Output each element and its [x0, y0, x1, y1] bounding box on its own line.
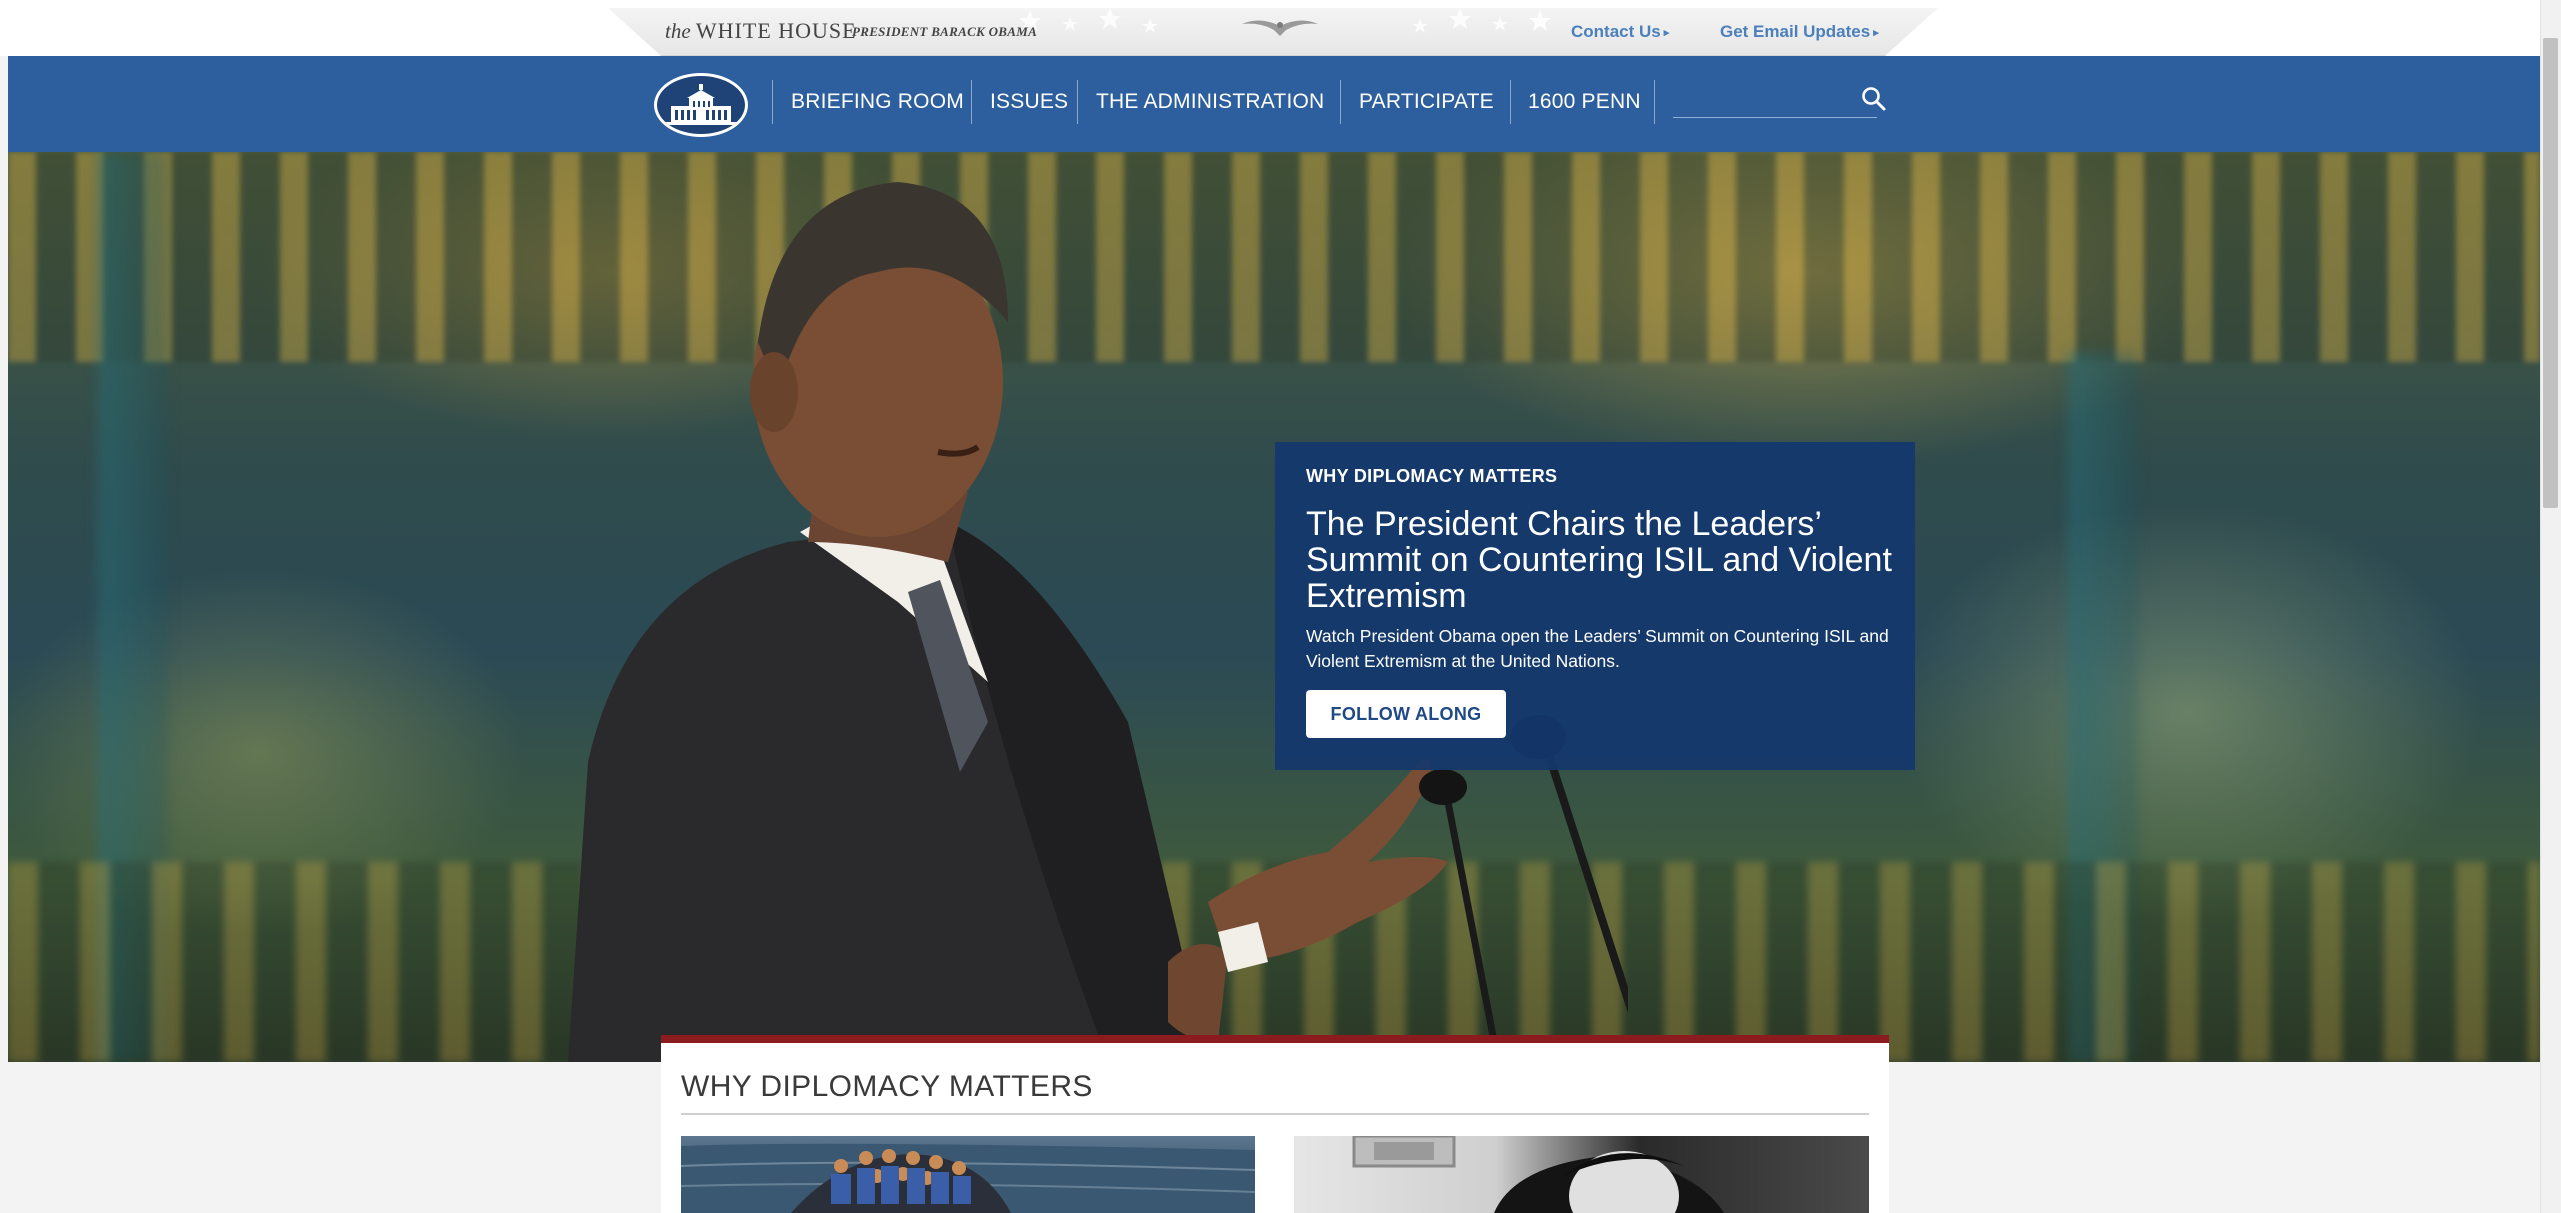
chevron-right-icon: ▸	[1873, 27, 1879, 39]
hero-title[interactable]: The President Chairs the Leaders’ Summit…	[1306, 506, 1896, 614]
nav-divider	[1077, 80, 1078, 124]
logo-main: WHITE HOUSE	[695, 18, 857, 43]
chevron-right-icon: ▸	[1663, 27, 1670, 39]
page: the WHITE HOUSE PRESIDENT BARACK OBAMA C…	[0, 0, 2561, 1213]
contact-us-link[interactable]: Contact Us ▸	[1571, 22, 1669, 42]
nav-item-issues[interactable]: ISSUES	[990, 90, 1068, 114]
hero-kicker: WHY DIPLOMACY MATTERS	[1306, 466, 1558, 486]
hero-description: Watch President Obama open the Leaders’ …	[1306, 626, 1889, 671]
nav-divider	[971, 80, 972, 124]
section-divider	[681, 1113, 1869, 1115]
nav-divider	[1340, 80, 1341, 124]
white-house-icon	[665, 84, 737, 125]
logo-subtitle: PRESIDENT BARACK OBAMA	[852, 24, 1038, 39]
follow-along-button[interactable]: FOLLOW ALONG	[1306, 690, 1506, 738]
search-icon	[1862, 87, 1886, 111]
nav-item-participate[interactable]: PARTICIPATE	[1359, 90, 1494, 114]
nav-divider	[1654, 80, 1655, 124]
refugee-boat-image	[681, 1143, 1255, 1213]
white-house-logo[interactable]	[654, 73, 748, 137]
hero-image	[8, 152, 2540, 1062]
email-updates-link[interactable]: Get Email Updates ▸	[1720, 22, 1879, 42]
nav-divider	[772, 80, 773, 124]
search-button[interactable]	[1860, 84, 1888, 114]
stars-decoration-right	[1412, 8, 1551, 33]
nav-item-briefing-room[interactable]: BRIEFING ROOM	[791, 90, 964, 114]
nav-item-1600-penn[interactable]: 1600 PENN	[1528, 90, 1641, 114]
search-input[interactable]	[1673, 88, 1851, 116]
story-thumbnail-portrait[interactable]	[1294, 1136, 1869, 1213]
section-title: WHY DIPLOMACY MATTERS	[681, 1070, 1093, 1103]
nav-item-the-administration[interactable]: THE ADMINISTRATION	[1096, 90, 1324, 114]
eagle-emblem	[1242, 20, 1318, 36]
site-logo-text[interactable]: the WHITE HOUSE	[665, 18, 857, 44]
logo-prefix: the	[665, 19, 691, 43]
email-updates-label: Get Email Updates	[1720, 22, 1871, 41]
story-thumbnail-refugee-boat[interactable]	[681, 1136, 1255, 1213]
portrait-image	[1352, 1136, 1724, 1213]
contact-us-label: Contact Us	[1571, 22, 1661, 41]
search-underline	[1673, 117, 1877, 118]
scrollbar-thumb[interactable]	[2543, 38, 2558, 508]
nav-divider	[1510, 80, 1511, 124]
